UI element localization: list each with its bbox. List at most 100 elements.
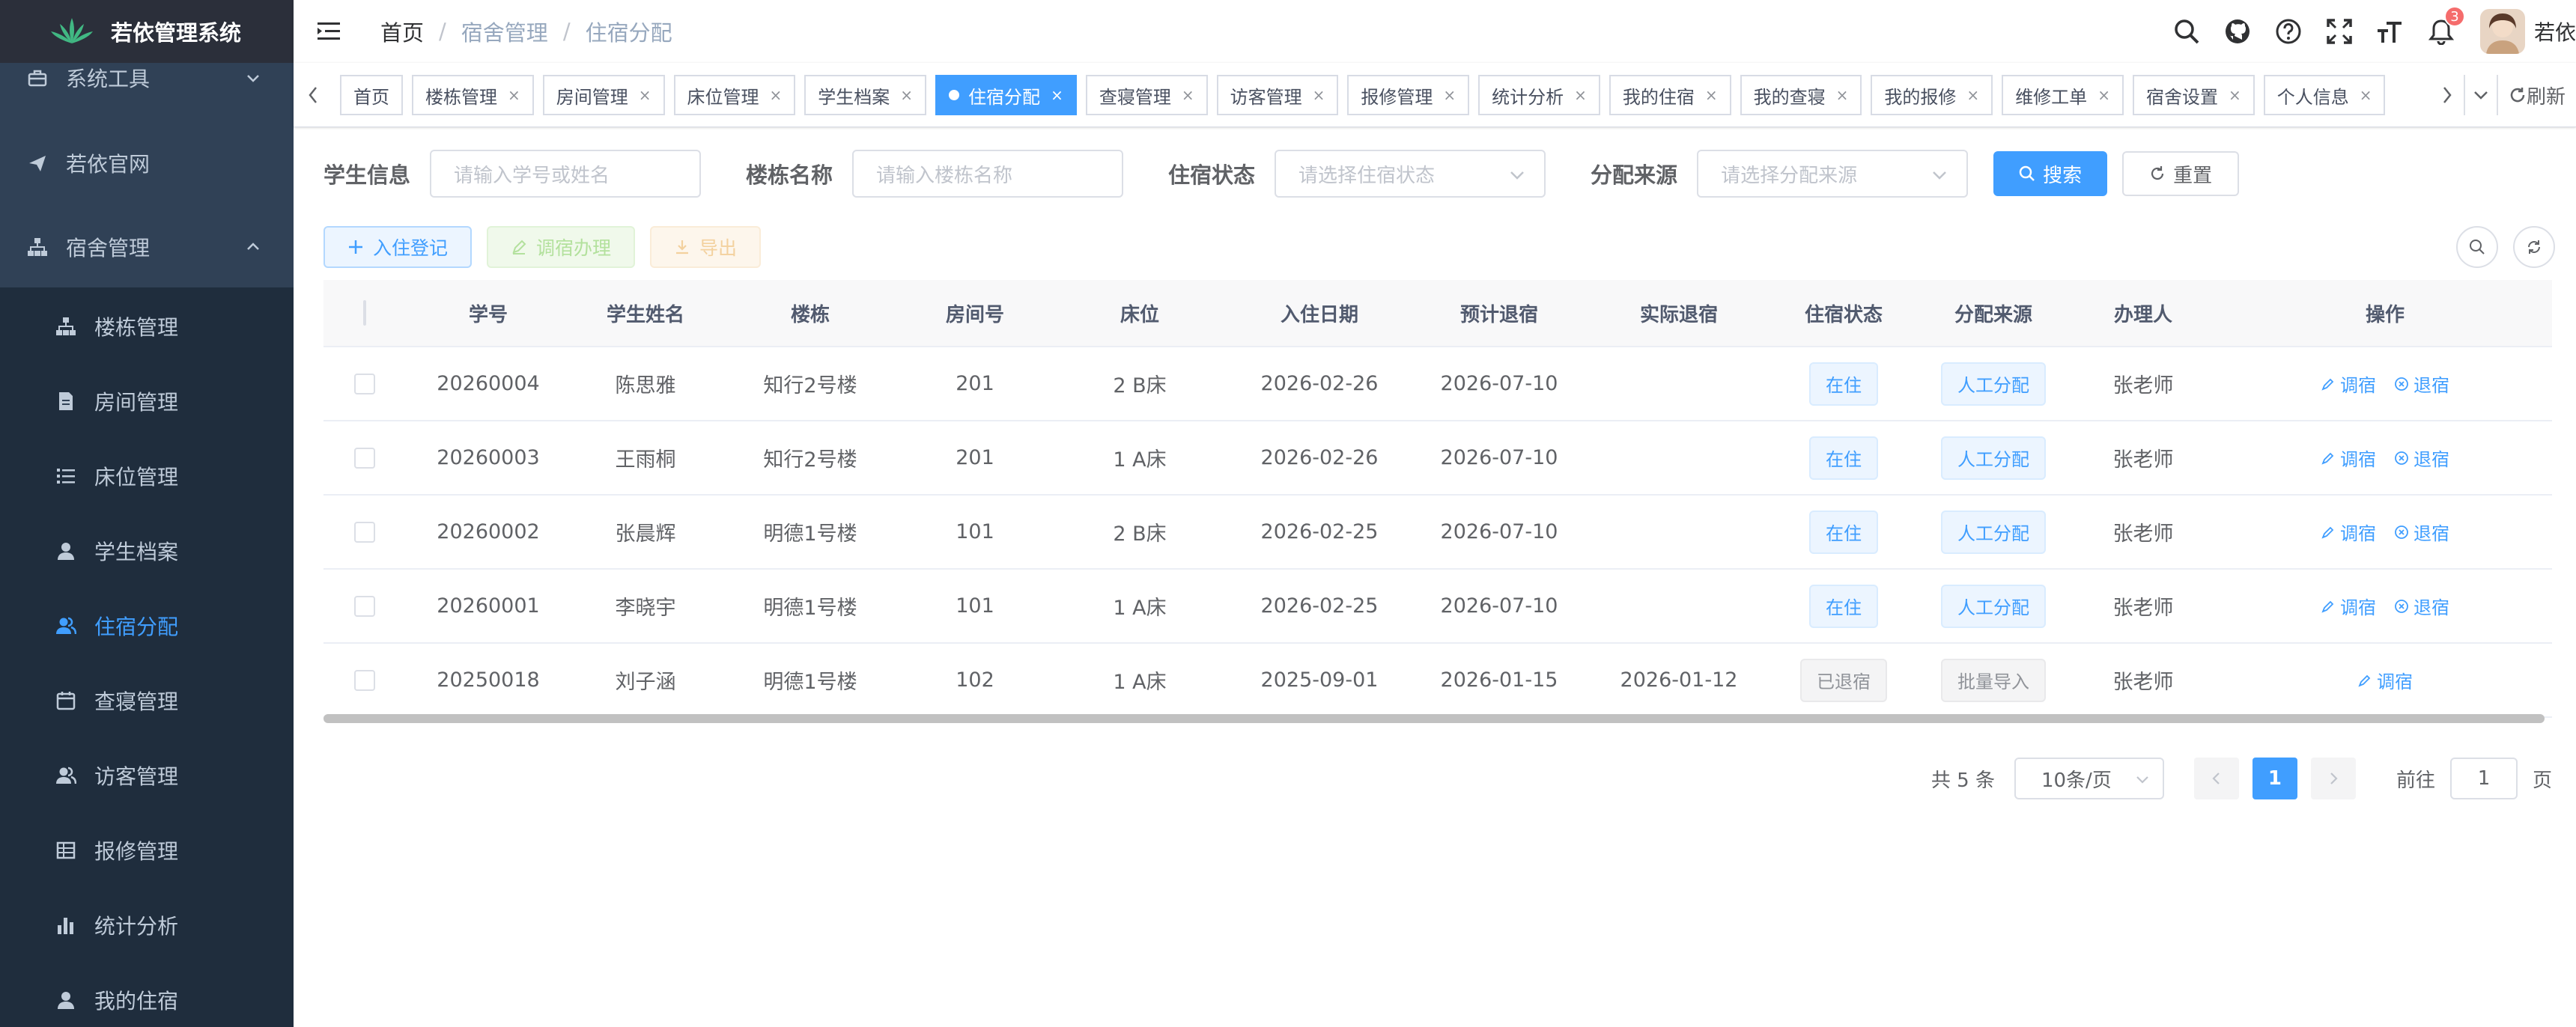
- adjust-dorm-link[interactable]: 调宿: [2321, 519, 2376, 545]
- tag-item[interactable]: 宿舍设置 ×: [2132, 75, 2255, 115]
- row-checkbox[interactable]: [354, 373, 375, 394]
- menu-item-system-tools[interactable]: 系统工具: [0, 63, 294, 93]
- adjust-dorm-link[interactable]: 调宿: [2357, 667, 2413, 693]
- menu-item-my-accommodation[interactable]: 我的住宿: [0, 979, 294, 1021]
- row-checkbox[interactable]: [354, 595, 375, 617]
- close-icon[interactable]: ×: [2097, 86, 2110, 104]
- checkout-link[interactable]: 退宿: [2394, 593, 2449, 619]
- tag-item[interactable]: 房间管理 ×: [542, 75, 665, 115]
- menu-item-building[interactable]: 楼栋管理: [0, 305, 294, 347]
- breadcrumb-home[interactable]: 首页: [380, 16, 424, 47]
- tag-home[interactable]: 首页: [340, 75, 403, 115]
- tag-item[interactable]: 个人信息 ×: [2263, 75, 2386, 115]
- close-icon[interactable]: ×: [1705, 86, 1718, 104]
- logo[interactable]: 若依管理系统: [0, 0, 294, 63]
- select-all-checkbox[interactable]: [363, 300, 366, 326]
- toggle-search-button[interactable]: [2456, 226, 2498, 268]
- tag-item[interactable]: 床位管理 ×: [673, 75, 796, 115]
- menu-item-bed[interactable]: 床位管理: [0, 455, 294, 497]
- fullscreen-icon[interactable]: [2323, 15, 2356, 48]
- menu-item-dorm-check[interactable]: 查寝管理: [0, 680, 294, 722]
- tag-item[interactable]: 访客管理 ×: [1216, 75, 1339, 115]
- close-icon[interactable]: ×: [1443, 86, 1456, 104]
- student-info-input[interactable]: 请输入学号或姓名: [430, 150, 702, 198]
- user-name[interactable]: 若依: [2534, 16, 2576, 46]
- checkin-register-button[interactable]: 入住登记: [323, 226, 473, 268]
- search-icon[interactable]: [2170, 15, 2203, 48]
- search-button[interactable]: 搜索: [1993, 151, 2108, 196]
- question-icon[interactable]: [2272, 15, 2305, 48]
- menu-item-repair[interactable]: 报修管理: [0, 829, 294, 871]
- close-icon[interactable]: ×: [2360, 86, 2372, 104]
- export-button[interactable]: 导出: [650, 226, 762, 268]
- status-select[interactable]: 请选择住宿状态: [1275, 150, 1546, 198]
- table-row[interactable]: 20260002 张晨辉 明德1号楼 101 2 B床 2026-02-25 2…: [323, 496, 2552, 570]
- tag-item[interactable]: 查寝管理 ×: [1085, 75, 1208, 115]
- column-header[interactable]: 分配来源: [1919, 299, 2068, 327]
- tag-item-active[interactable]: 住宿分配 ×: [935, 75, 1077, 115]
- close-icon[interactable]: ×: [2229, 86, 2241, 104]
- prev-page-button[interactable]: [2193, 758, 2239, 799]
- column-header[interactable]: 住宿状态: [1769, 299, 1919, 327]
- adjust-dorm-button[interactable]: 调宿办理: [487, 226, 636, 268]
- close-icon[interactable]: ×: [508, 86, 520, 104]
- horizontal-scrollbar[interactable]: [323, 714, 2545, 723]
- chevron-right-icon[interactable]: [2431, 75, 2464, 115]
- row-checkbox[interactable]: [354, 669, 375, 691]
- page-size-select[interactable]: 10条/页: [2014, 758, 2164, 799]
- refresh-table-button[interactable]: [2513, 226, 2555, 268]
- column-header[interactable]: 学生姓名: [571, 299, 720, 327]
- column-header[interactable]: 预计退宿: [1409, 299, 1589, 327]
- column-header[interactable]: 床位: [1050, 299, 1230, 327]
- checkout-link[interactable]: 退宿: [2394, 445, 2449, 471]
- adjust-dorm-link[interactable]: 调宿: [2321, 371, 2376, 397]
- adjust-dorm-link[interactable]: 调宿: [2321, 593, 2376, 619]
- menu-item-student-profile[interactable]: 学生档案: [0, 530, 294, 572]
- source-select[interactable]: 请选择分配来源: [1697, 150, 1969, 198]
- close-icon[interactable]: ×: [1182, 86, 1194, 104]
- menu-item-dorm-management[interactable]: 宿舍管理: [0, 226, 294, 268]
- close-icon[interactable]: ×: [1051, 86, 1063, 104]
- checkout-link[interactable]: 退宿: [2394, 371, 2449, 397]
- page-number-current[interactable]: 1: [2252, 758, 2297, 799]
- table-row[interactable]: 20260004 陈思雅 知行2号楼 201 2 B床 2026-02-26 2…: [323, 347, 2552, 421]
- reset-button[interactable]: 重置: [2122, 151, 2240, 196]
- tag-item[interactable]: 维修工单 ×: [2002, 75, 2124, 115]
- table-row[interactable]: 20250018 刘子涵 明德1号楼 102 1 A床 2025-09-01 2…: [323, 644, 2552, 718]
- close-icon[interactable]: ×: [639, 86, 651, 104]
- avatar[interactable]: [2479, 9, 2525, 54]
- tag-item[interactable]: 我的查寝 ×: [1740, 75, 1862, 115]
- tag-item[interactable]: 统计分析 ×: [1478, 75, 1600, 115]
- row-checkbox[interactable]: [354, 447, 375, 469]
- hamburger-icon[interactable]: [316, 18, 343, 45]
- table-row[interactable]: 20260003 王雨桐 知行2号楼 201 1 A床 2026-02-26 2…: [323, 421, 2552, 496]
- column-header[interactable]: 实际退宿: [1589, 299, 1769, 327]
- close-icon[interactable]: ×: [900, 86, 913, 104]
- next-page-button[interactable]: [2310, 758, 2356, 799]
- tag-item[interactable]: 报修管理 ×: [1347, 75, 1470, 115]
- close-icon[interactable]: ×: [1836, 86, 1849, 104]
- goto-page-input[interactable]: 1: [2449, 758, 2518, 799]
- close-icon[interactable]: ×: [1313, 86, 1325, 104]
- menu-item-ruoyi-site[interactable]: 若依官网: [0, 142, 294, 184]
- close-icon[interactable]: ×: [1966, 86, 1979, 104]
- column-header[interactable]: 学号: [406, 299, 571, 327]
- chevron-left-icon[interactable]: [304, 78, 322, 112]
- menu-item-statistics[interactable]: 统计分析: [0, 904, 294, 946]
- close-icon[interactable]: ×: [1574, 86, 1587, 104]
- tag-item[interactable]: 我的报修 ×: [1871, 75, 1993, 115]
- menu-item-room[interactable]: 房间管理: [0, 380, 294, 422]
- refresh-button[interactable]: 刷新: [2496, 75, 2576, 115]
- column-header[interactable]: 办理人: [2068, 299, 2218, 327]
- column-header[interactable]: 入住日期: [1230, 299, 1409, 327]
- row-checkbox[interactable]: [354, 521, 375, 543]
- tag-item[interactable]: 楼栋管理 ×: [412, 75, 534, 115]
- adjust-dorm-link[interactable]: 调宿: [2321, 445, 2376, 471]
- menu-item-accommodation[interactable]: 住宿分配: [0, 605, 294, 647]
- chevron-down-icon[interactable]: [2463, 75, 2497, 115]
- column-header[interactable]: 楼栋: [720, 299, 900, 327]
- close-icon[interactable]: ×: [770, 86, 783, 104]
- github-icon[interactable]: [2221, 15, 2254, 48]
- font-size-icon[interactable]: [2374, 15, 2407, 48]
- tag-item[interactable]: 学生档案 ×: [804, 75, 927, 115]
